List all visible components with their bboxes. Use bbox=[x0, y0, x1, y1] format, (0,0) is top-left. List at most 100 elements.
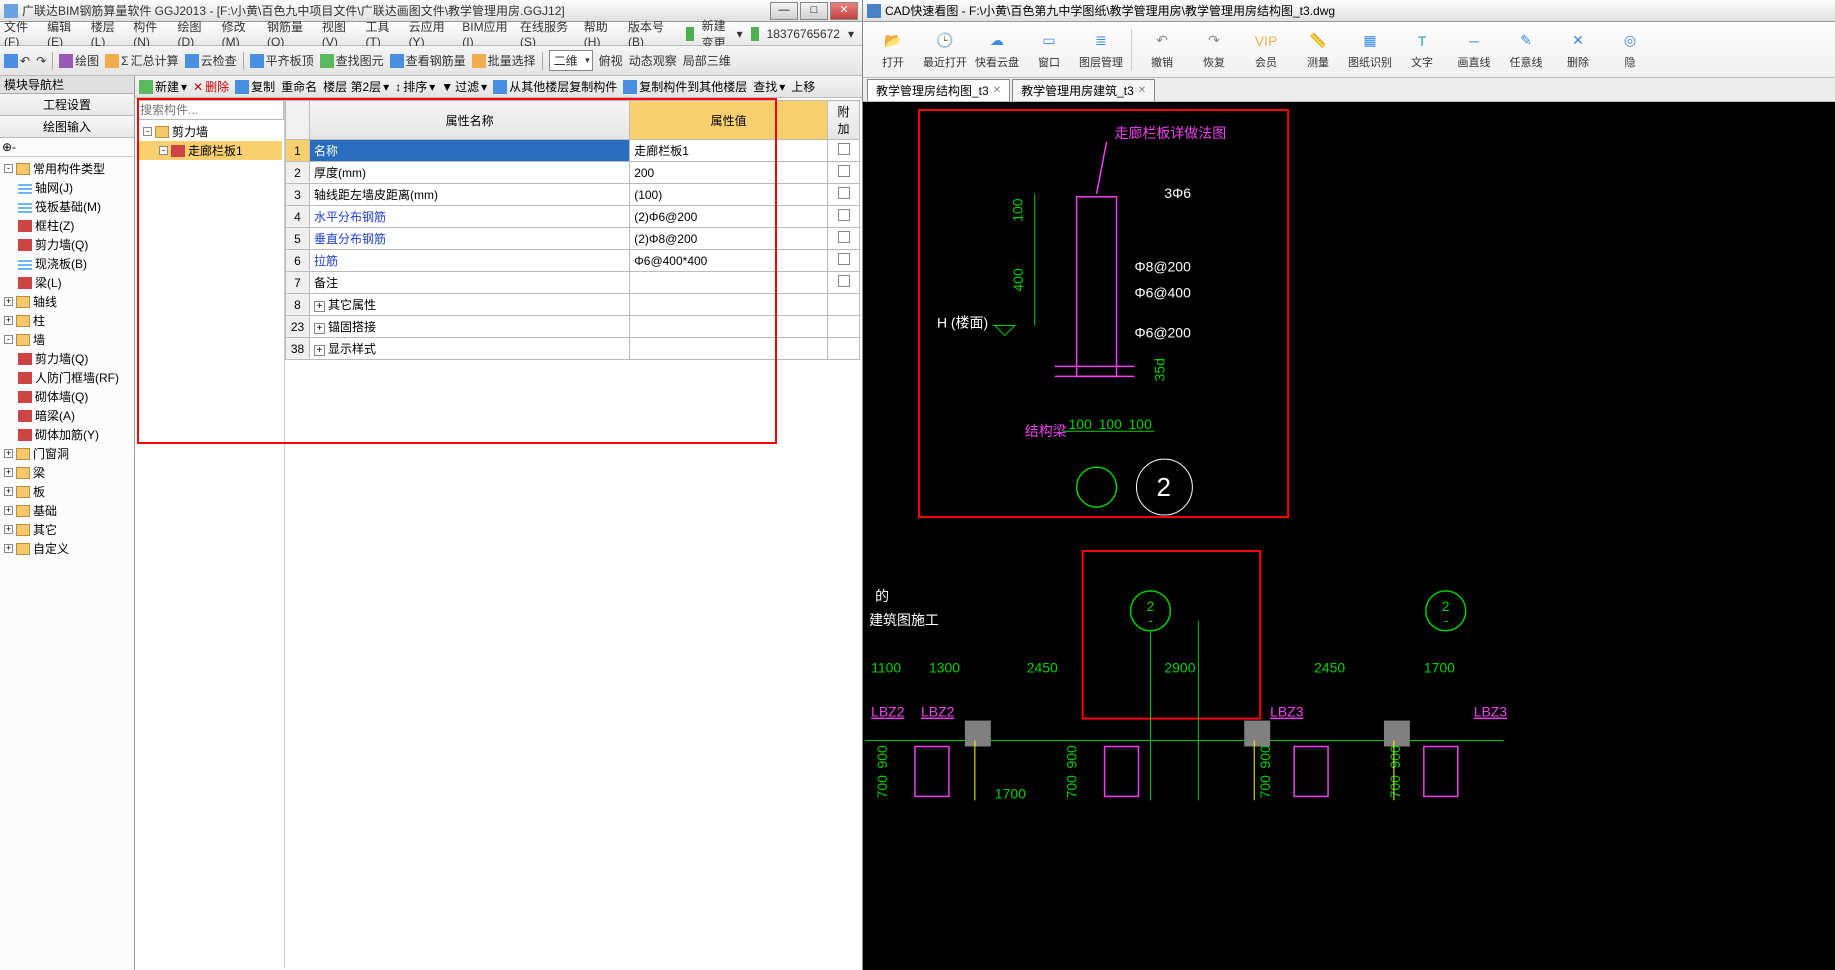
menu-component[interactable]: 构件(N) bbox=[133, 18, 167, 49]
tb-find-element[interactable]: 查找图元 bbox=[320, 52, 384, 69]
menu-edit[interactable]: 编辑(E) bbox=[47, 18, 81, 49]
property-row[interactable]: 1名称走廊栏板1 bbox=[286, 140, 860, 162]
ribbon-快看云盘[interactable]: ☁快看云盘 bbox=[973, 24, 1021, 76]
ct-copy-from[interactable]: 从其他楼层复制构件 bbox=[493, 78, 617, 95]
ribbon-画直线[interactable]: ─画直线 bbox=[1450, 24, 1498, 76]
ribbon-最近打开[interactable]: 🕒最近打开 bbox=[921, 24, 969, 76]
tree-item[interactable]: 人防门框墙(RF) bbox=[2, 368, 132, 387]
ct-filter[interactable]: ▼ 过滤 ▾ bbox=[441, 78, 487, 95]
tree-item[interactable]: +其它 bbox=[2, 520, 132, 539]
tree-item[interactable]: +自定义 bbox=[2, 539, 132, 558]
tree-item[interactable]: +板 bbox=[2, 482, 132, 501]
component-item[interactable]: -走廊栏板1 bbox=[139, 141, 282, 160]
ribbon-文字[interactable]: T文字 bbox=[1398, 24, 1446, 76]
tree-item[interactable]: 剪力墙(Q) bbox=[2, 349, 132, 368]
tb-aligntop[interactable]: 平齐板顶 bbox=[250, 52, 314, 69]
tree-item[interactable]: +轴线 bbox=[2, 292, 132, 311]
beam-label: 结构梁 bbox=[1025, 423, 1067, 439]
tree-item[interactable]: -墙 bbox=[2, 330, 132, 349]
ribbon-图层管理[interactable]: ≣图层管理 bbox=[1077, 24, 1125, 76]
user-phone[interactable]: 18376765672 bbox=[767, 27, 840, 41]
cad-canvas[interactable]: H (楼面) 走廊栏板详做法图 结构梁 100 400 3Φ6 Φ8@200 Φ… bbox=[863, 102, 1835, 970]
tb-draw[interactable]: 绘图 bbox=[59, 52, 99, 69]
component-item[interactable]: -剪力墙 bbox=[139, 122, 282, 141]
view-mode-select[interactable]: 二维 bbox=[549, 50, 593, 71]
ribbon-删除[interactable]: ✕删除 bbox=[1554, 24, 1602, 76]
property-row[interactable]: 23+锚固搭接 bbox=[286, 316, 860, 338]
component-type-tree[interactable]: -常用构件类型轴网(J)筏板基础(M)框柱(Z)剪力墙(Q)现浇板(B)梁(L)… bbox=[0, 157, 134, 970]
property-row[interactable]: 8+其它属性 bbox=[286, 294, 860, 316]
tree-item[interactable]: 现浇板(B) bbox=[2, 254, 132, 273]
nav-toggle-icon[interactable]: ⊕- bbox=[2, 140, 16, 154]
property-row[interactable]: 5垂直分布钢筋(2)Φ8@200 bbox=[286, 228, 860, 250]
nav-tab-project[interactable]: 工程设置 bbox=[0, 94, 134, 116]
tb-cloudcheck[interactable]: 云检查 bbox=[185, 52, 237, 69]
drawing-tab[interactable]: 教学管理用房建筑_t3✕ bbox=[1012, 79, 1155, 101]
col-name: 属性名称 bbox=[310, 101, 630, 140]
menu-modify[interactable]: 修改(M) bbox=[222, 18, 257, 49]
ribbon-测量[interactable]: 📏测量 bbox=[1294, 24, 1342, 76]
tree-item[interactable]: +基础 bbox=[2, 501, 132, 520]
tb-topview[interactable]: 俯视 bbox=[599, 52, 623, 69]
ct-sort[interactable]: ↕ 排序 ▾ bbox=[395, 78, 435, 95]
tree-item[interactable]: 砌体墙(Q) bbox=[2, 387, 132, 406]
menu-tool[interactable]: 工具(T) bbox=[365, 18, 398, 49]
property-row[interactable]: 6拉筋Φ6@400*400 bbox=[286, 250, 860, 272]
ct-new[interactable]: 新建 ▾ bbox=[139, 78, 187, 95]
tb-undo[interactable]: ↶ bbox=[4, 54, 30, 68]
property-row[interactable]: 3轴线距左墙皮距离(mm)(100) bbox=[286, 184, 860, 206]
ct-rename[interactable]: 重命名 bbox=[281, 78, 317, 95]
ct-up[interactable]: 上移 bbox=[791, 78, 815, 95]
ribbon-会员[interactable]: VIP会员 bbox=[1242, 24, 1290, 76]
tb-view-rebar[interactable]: 查看钢筋量 bbox=[390, 52, 466, 69]
tree-item[interactable]: +门窗洞 bbox=[2, 444, 132, 463]
tab-close-icon[interactable]: ✕ bbox=[993, 85, 1001, 96]
tree-item[interactable]: 框柱(Z) bbox=[2, 216, 132, 235]
tree-item[interactable]: +梁 bbox=[2, 463, 132, 482]
ct-floor[interactable]: 楼层 第2层 ▾ bbox=[323, 78, 389, 95]
menu-file[interactable]: 文件(F) bbox=[4, 18, 37, 49]
menu-cloud[interactable]: 云应用(Y) bbox=[409, 18, 453, 49]
drawing-tab[interactable]: 教学管理房结构图_t3✕ bbox=[867, 79, 1010, 101]
ct-delete[interactable]: ✕ 删除 bbox=[193, 78, 229, 95]
tree-item[interactable]: 轴网(J) bbox=[2, 178, 132, 197]
ribbon-隐[interactable]: ◎隐 bbox=[1606, 24, 1654, 76]
tb-local3d[interactable]: 局部三维 bbox=[683, 52, 731, 69]
ribbon-撤销[interactable]: ↶撤销 bbox=[1138, 24, 1186, 76]
tb-sum[interactable]: Σ 汇总计算 bbox=[105, 52, 178, 69]
tree-item[interactable]: 砌体加筋(Y) bbox=[2, 425, 132, 444]
ribbon-打开[interactable]: 📂打开 bbox=[869, 24, 917, 76]
tree-item[interactable]: 剪力墙(Q) bbox=[2, 235, 132, 254]
tree-item[interactable]: 梁(L) bbox=[2, 273, 132, 292]
ct-copy-to[interactable]: 复制构件到其他楼层 bbox=[623, 78, 747, 95]
menu-version[interactable]: 版本号(B) bbox=[628, 18, 672, 49]
component-search-input[interactable] bbox=[137, 100, 284, 120]
property-row[interactable]: 38+显示样式 bbox=[286, 338, 860, 360]
menu-floor[interactable]: 楼层(L) bbox=[91, 18, 124, 49]
menu-online[interactable]: 在线服务(S) bbox=[520, 18, 574, 49]
tree-item[interactable]: -常用构件类型 bbox=[2, 159, 132, 178]
ribbon-窗口[interactable]: ▭窗口 bbox=[1025, 24, 1073, 76]
menu-bim[interactable]: BIM应用(I) bbox=[462, 18, 510, 49]
ribbon-任意线[interactable]: ✎任意线 bbox=[1502, 24, 1550, 76]
menu-help[interactable]: 帮助(H) bbox=[584, 18, 618, 49]
nav-tab-draw[interactable]: 绘图输入 bbox=[0, 116, 134, 138]
tb-batch-select[interactable]: 批量选择 bbox=[472, 52, 536, 69]
tb-redo[interactable]: ↷ bbox=[36, 54, 46, 68]
tb-orbit[interactable]: 动态观察 bbox=[629, 52, 677, 69]
svg-text:35d: 35d bbox=[1151, 358, 1167, 381]
ribbon-图纸识别[interactable]: ▦图纸识别 bbox=[1346, 24, 1394, 76]
ct-copy[interactable]: 复制 bbox=[235, 78, 275, 95]
ribbon-恢复[interactable]: ↷恢复 bbox=[1190, 24, 1238, 76]
tree-item[interactable]: 筏板基础(M) bbox=[2, 197, 132, 216]
property-row[interactable]: 2厚度(mm)200 bbox=[286, 162, 860, 184]
menu-rebar[interactable]: 钢筋量(Q) bbox=[267, 18, 312, 49]
tree-item[interactable]: 暗梁(A) bbox=[2, 406, 132, 425]
tree-item[interactable]: +柱 bbox=[2, 311, 132, 330]
property-row[interactable]: 4水平分布钢筋(2)Φ6@200 bbox=[286, 206, 860, 228]
menu-view[interactable]: 视图(V) bbox=[322, 18, 356, 49]
property-row[interactable]: 7备注 bbox=[286, 272, 860, 294]
ct-find[interactable]: 查找 ▾ bbox=[753, 78, 785, 95]
menu-draw[interactable]: 绘图(D) bbox=[177, 18, 211, 49]
tab-close-icon[interactable]: ✕ bbox=[1138, 85, 1146, 96]
